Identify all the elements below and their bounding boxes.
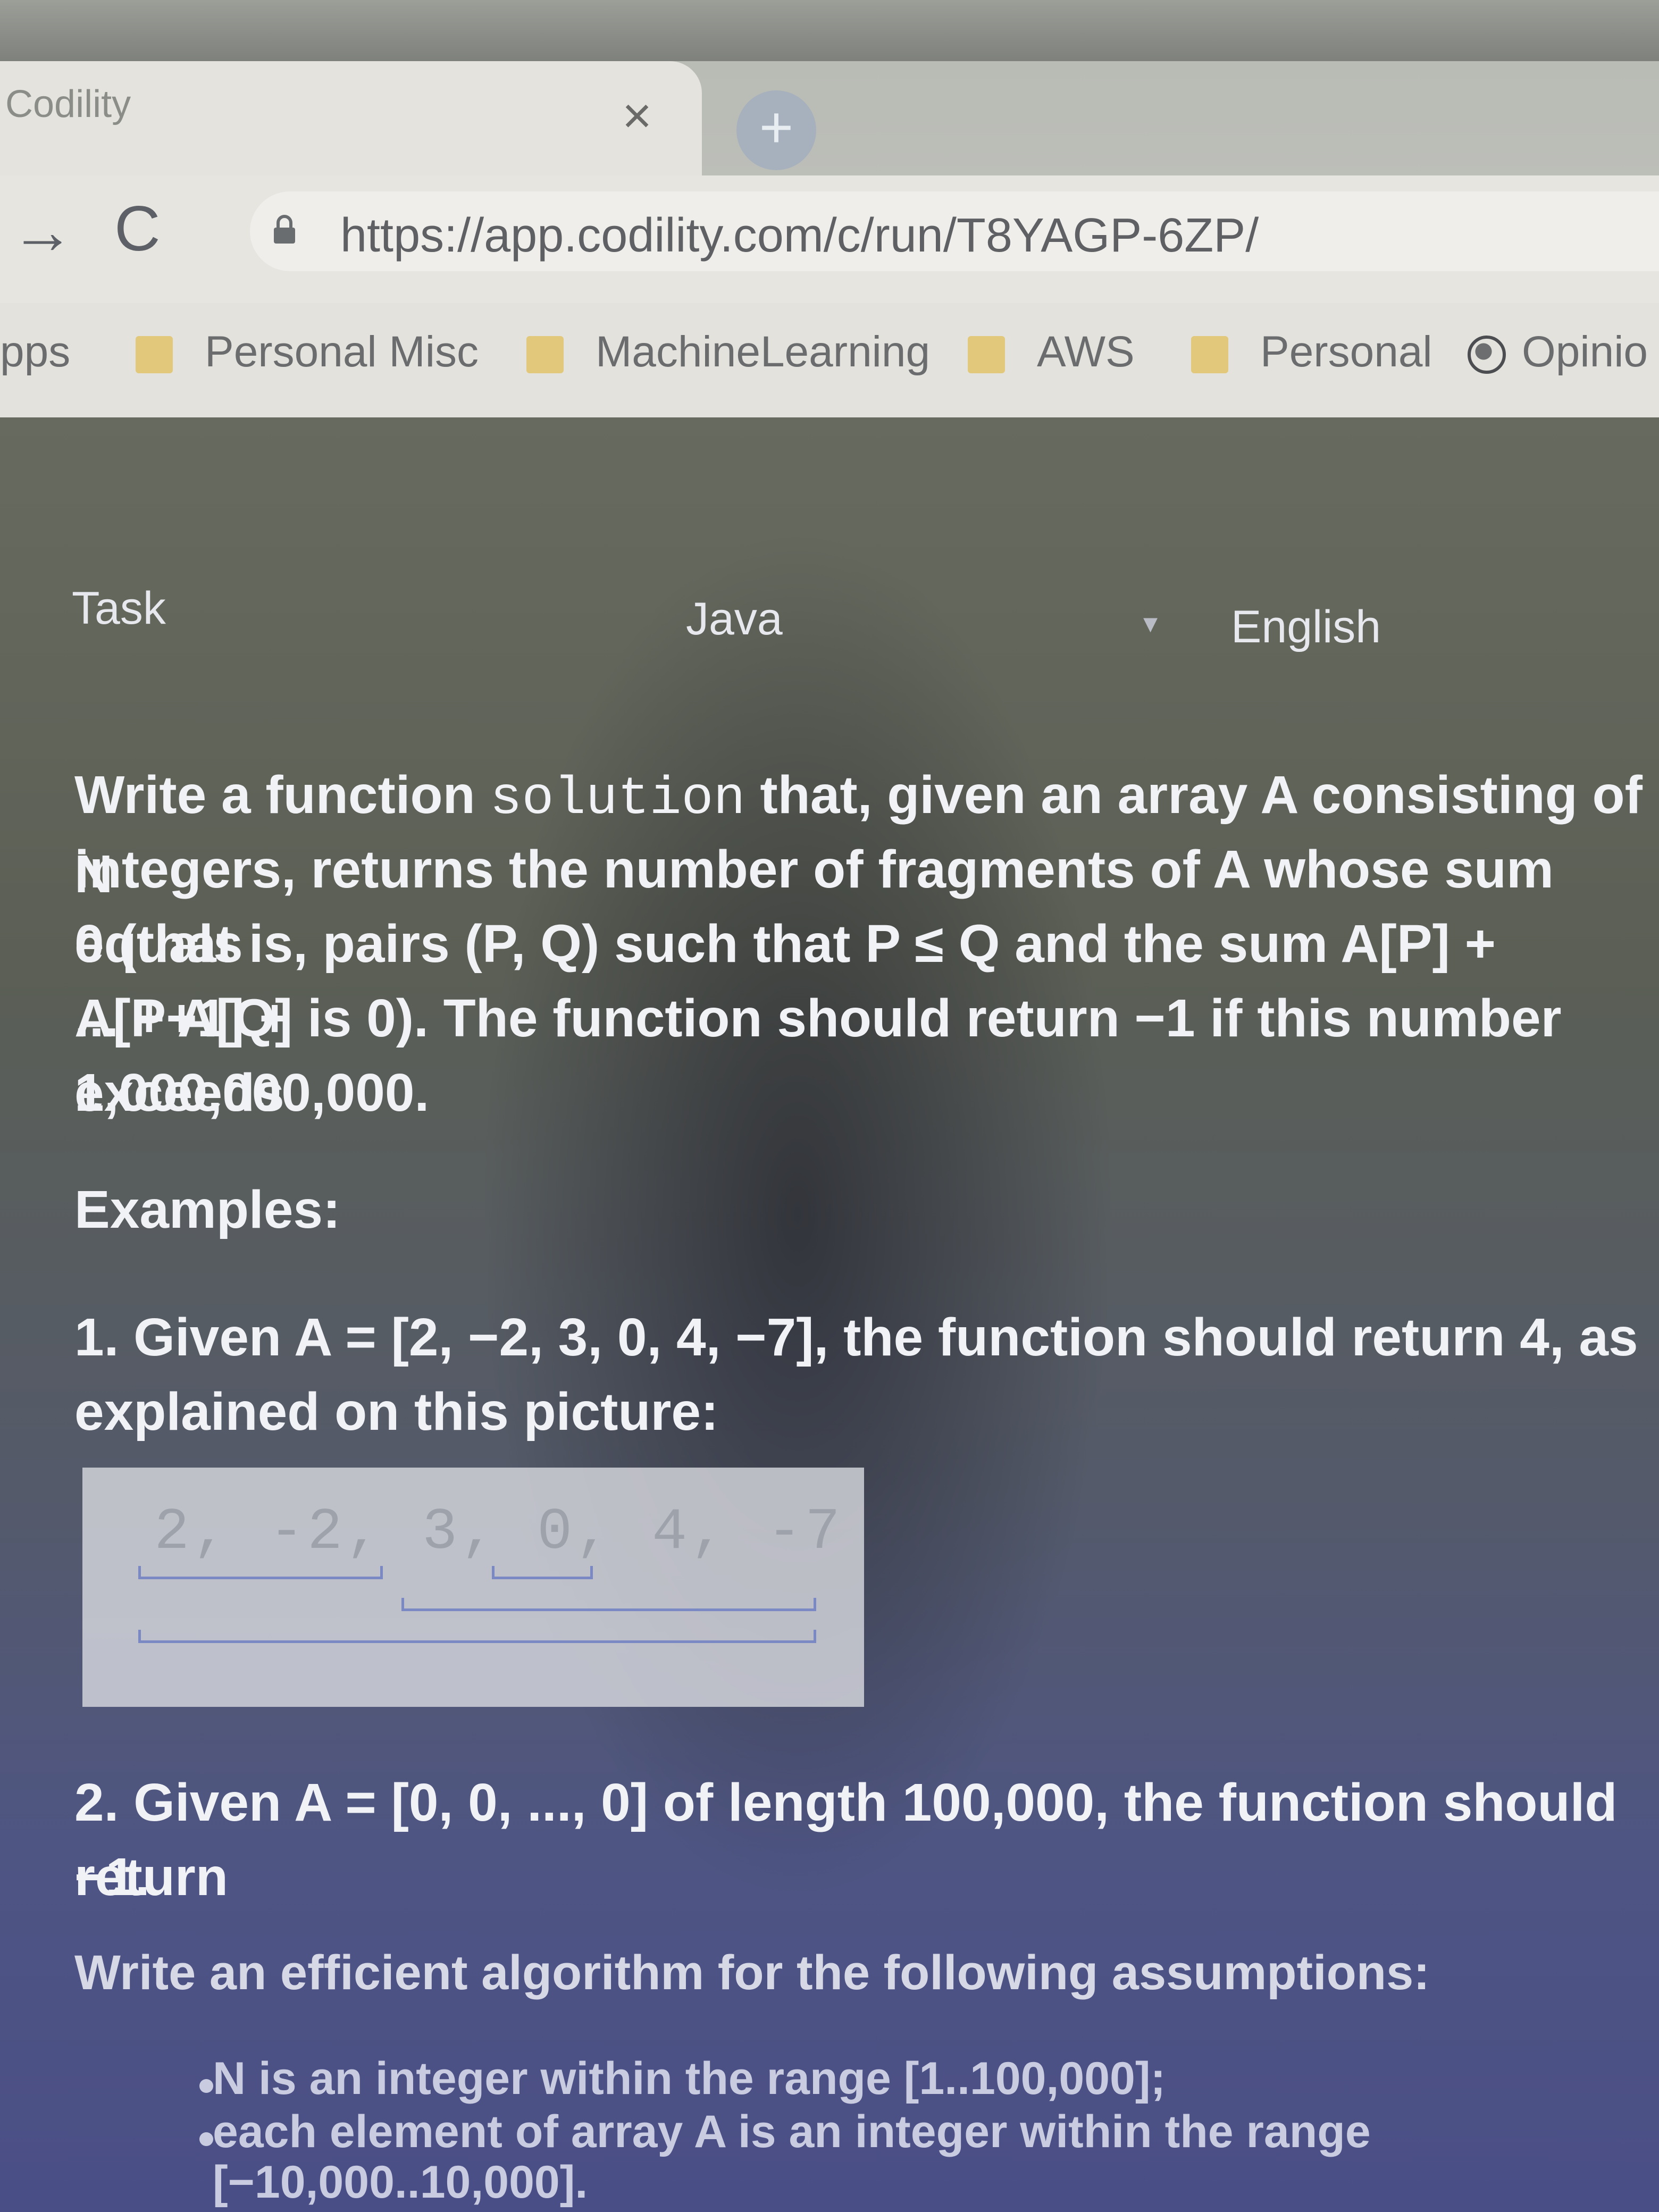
folder-icon xyxy=(1191,336,1228,374)
code-solution: solution xyxy=(490,769,745,830)
bullet-dot xyxy=(199,2079,213,2093)
folder-icon xyxy=(136,336,173,374)
statement-line-5: 1,000,000,000. xyxy=(74,1063,430,1122)
bookmark-label: Personal xyxy=(1260,328,1432,376)
picture-array-text: 2, -2, 3, 0, 4, -7 xyxy=(154,1499,844,1566)
browser-chrome: Codility × + → C https://app.codility.co… xyxy=(0,61,1659,417)
screen-bezel xyxy=(0,0,1659,61)
bookmark-label: Opinio xyxy=(1522,328,1648,376)
bookmark-personal-misc[interactable]: Personal Misc xyxy=(136,327,479,377)
folder-icon xyxy=(526,336,564,374)
task-page: Task Java ▾ English Write a function sol… xyxy=(0,417,1659,2212)
bookmark-apps[interactable]: pps xyxy=(0,327,70,377)
fragment-bracket xyxy=(401,1598,816,1611)
browser-tab[interactable]: Codility × xyxy=(0,61,702,175)
bookmark-aws[interactable]: AWS xyxy=(968,327,1135,377)
forward-arrow-icon[interactable]: → xyxy=(11,199,74,263)
assumption-2-line-1: each element of array A is an integer wi… xyxy=(213,2106,1371,2157)
example-1-line-2: explained on this picture: xyxy=(74,1382,719,1442)
assumptions-heading: Write an efficient algorithm for the fol… xyxy=(74,1946,1430,2000)
locale-select[interactable]: English xyxy=(1231,601,1381,653)
url-text: https://app.codility.com/c/run/T8YAGP-6Z… xyxy=(340,209,1259,262)
bookmark-personal[interactable]: Personal xyxy=(1191,327,1432,377)
bullet-dot xyxy=(199,2132,213,2146)
folder-icon xyxy=(968,336,1005,374)
bookmark-opinio[interactable]: Opinio xyxy=(1468,327,1648,377)
fragment-bracket xyxy=(138,1630,816,1643)
lock-icon xyxy=(274,215,295,244)
language-select[interactable]: Java xyxy=(686,593,783,646)
example-picture: 2, -2, 3, 0, 4, -7 xyxy=(82,1468,864,1707)
fragment-bracket xyxy=(492,1566,593,1579)
example-2-line-2: −1. xyxy=(74,1847,150,1907)
bookmark-label: Personal Misc xyxy=(205,328,479,376)
bookmark-label: MachineLearning xyxy=(596,328,931,376)
assumption-1: N is an integer within the range [1..100… xyxy=(213,2053,1166,2104)
example-1-line-1: 1. Given A = [2, −2, 3, 0, 4, −7], the f… xyxy=(74,1308,1638,1367)
reload-icon[interactable]: C xyxy=(114,197,161,261)
address-bar[interactable]: https://app.codility.com/c/run/T8YAGP-6Z… xyxy=(250,191,1659,271)
bookmark-machinelearning[interactable]: MachineLearning xyxy=(526,327,930,377)
chevron-down-icon[interactable]: ▾ xyxy=(1143,606,1158,640)
fragment-bracket xyxy=(138,1566,383,1579)
examples-heading: Examples: xyxy=(74,1180,341,1239)
statement-text: Write a function xyxy=(74,765,490,825)
bookmark-label: pps xyxy=(0,328,71,376)
close-tab-icon[interactable]: × xyxy=(622,90,652,141)
new-tab-button[interactable]: + xyxy=(736,90,816,170)
bookmarks-bar: pps Personal Misc MachineLearning AWS Pe… xyxy=(0,303,1659,417)
browser-toolbar: → C https://app.codility.com/c/run/T8YAG… xyxy=(0,175,1659,303)
tab-title: Codility xyxy=(5,83,131,125)
bookmark-label: AWS xyxy=(1037,328,1135,376)
tab-task[interactable]: Task xyxy=(72,582,166,635)
assumption-2-line-2: [−10,000..10,000]. xyxy=(213,2157,588,2208)
globe-icon xyxy=(1468,336,1506,374)
